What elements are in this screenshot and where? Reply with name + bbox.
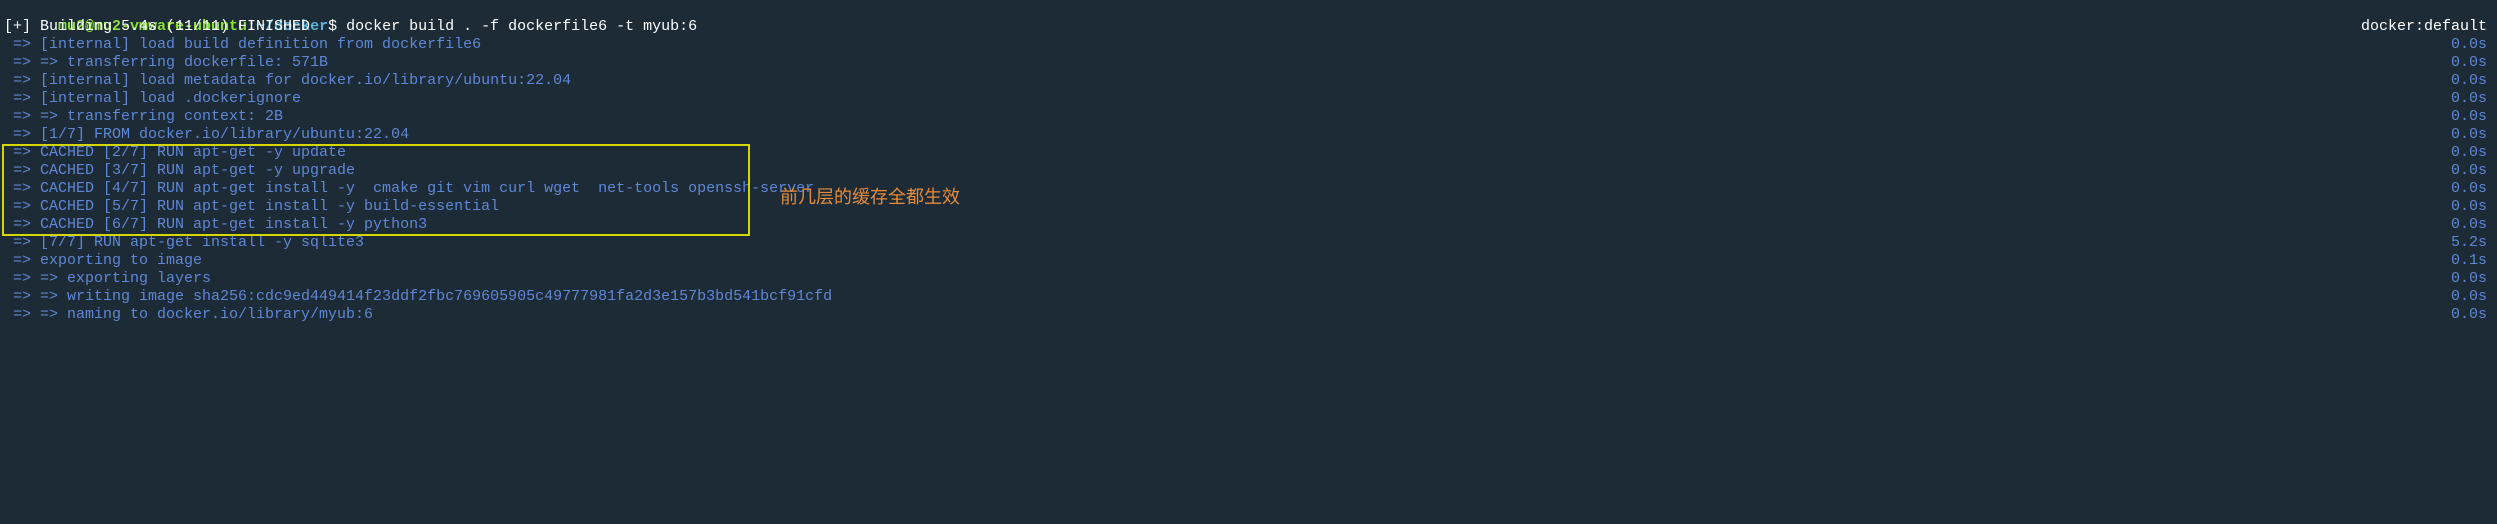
build-step-line: => => writing image sha256:cdc9ed449414f…	[0, 288, 2497, 306]
build-step-time: 0.0s	[2451, 180, 2493, 198]
build-step-line: => CACHED [6/7] RUN apt-get install -y p…	[0, 216, 2497, 234]
build-step-text: => CACHED [3/7] RUN apt-get -y upgrade	[4, 162, 355, 180]
build-step-text: => => transferring dockerfile: 571B	[4, 54, 328, 72]
build-step-text: => [7/7] RUN apt-get install -y sqlite3	[4, 234, 364, 252]
build-steps: => [internal] load build definition from…	[0, 36, 2497, 324]
build-step-time: 0.0s	[2451, 90, 2493, 108]
terminal-window[interactable]: mu2@mu2-vmware-ubuntu:~/docker$ docker b…	[0, 0, 2497, 524]
build-step-time: 0.0s	[2451, 144, 2493, 162]
command-text: docker build . -f dockerfile6 -t myub:6	[346, 18, 697, 35]
build-step-line: => => transferring context: 2B 0.0s	[0, 108, 2497, 126]
build-step-line: => exporting to image 0.1s	[0, 252, 2497, 270]
build-step-line: => CACHED [2/7] RUN apt-get -y update 0.0…	[0, 144, 2497, 162]
build-step-time: 0.0s	[2451, 198, 2493, 216]
build-step-line: => => naming to docker.io/library/myub:6…	[0, 306, 2497, 324]
prompt-dollar: $	[328, 18, 346, 35]
build-step-time: 0.0s	[2451, 108, 2493, 126]
build-step-line: => CACHED [4/7] RUN apt-get install -y c…	[0, 180, 2497, 198]
build-step-line: => CACHED [5/7] RUN apt-get install -y b…	[0, 198, 2497, 216]
build-step-line: => [7/7] RUN apt-get install -y sqlite3 5…	[0, 234, 2497, 252]
build-step-line: => [1/7] FROM docker.io/library/ubuntu:2…	[0, 126, 2497, 144]
annotation-text: 前几层的缓存全都生效	[780, 188, 960, 206]
build-step-time: 0.0s	[2451, 54, 2493, 72]
build-step-time: 0.0s	[2451, 270, 2493, 288]
build-step-time: 0.0s	[2451, 72, 2493, 90]
build-step-line: => => exporting layers 0.0s	[0, 270, 2497, 288]
prompt-line: mu2@mu2-vmware-ubuntu:~/docker$ docker b…	[0, 0, 2497, 18]
build-step-line: => CACHED [3/7] RUN apt-get -y upgrade 0.…	[0, 162, 2497, 180]
build-step-line: => [internal] load build definition from…	[0, 36, 2497, 54]
build-step-time: 0.0s	[2451, 216, 2493, 234]
build-context: docker:default	[2361, 18, 2493, 36]
build-step-text: => CACHED [4/7] RUN apt-get install -y c…	[4, 180, 814, 198]
build-step-text: => CACHED [5/7] RUN apt-get install -y b…	[4, 198, 499, 216]
build-step-time: 0.1s	[2451, 252, 2493, 270]
build-step-line: => => transferring dockerfile: 571B 0.0s	[0, 54, 2497, 72]
build-step-text: => [internal] load build definition from…	[4, 36, 481, 54]
build-step-text: => => naming to docker.io/library/myub:6	[4, 306, 373, 324]
build-step-line: => [internal] load metadata for docker.i…	[0, 72, 2497, 90]
build-step-text: => [internal] load .dockerignore	[4, 90, 301, 108]
build-step-text: => [1/7] FROM docker.io/library/ubuntu:2…	[4, 126, 409, 144]
build-step-text: => => exporting layers	[4, 270, 211, 288]
build-step-text: => CACHED [6/7] RUN apt-get install -y p…	[4, 216, 427, 234]
build-step-text: => exporting to image	[4, 252, 202, 270]
build-step-time: 0.0s	[2451, 126, 2493, 144]
build-step-line: => [internal] load .dockerignore 0.0s	[0, 90, 2497, 108]
build-step-time: 0.0s	[2451, 36, 2493, 54]
build-step-text: => CACHED [2/7] RUN apt-get -y update	[4, 144, 346, 162]
build-step-text: => => transferring context: 2B	[4, 108, 283, 126]
build-step-time: 0.0s	[2451, 306, 2493, 324]
build-step-time: 0.0s	[2451, 162, 2493, 180]
build-status: [+] Building 5.4s (11/11) FINISHED	[4, 18, 310, 36]
build-step-time: 5.2s	[2451, 234, 2493, 252]
build-step-text: => [internal] load metadata for docker.i…	[4, 72, 571, 90]
build-step-time: 0.0s	[2451, 288, 2493, 306]
build-step-text: => => writing image sha256:cdc9ed449414f…	[4, 288, 832, 306]
